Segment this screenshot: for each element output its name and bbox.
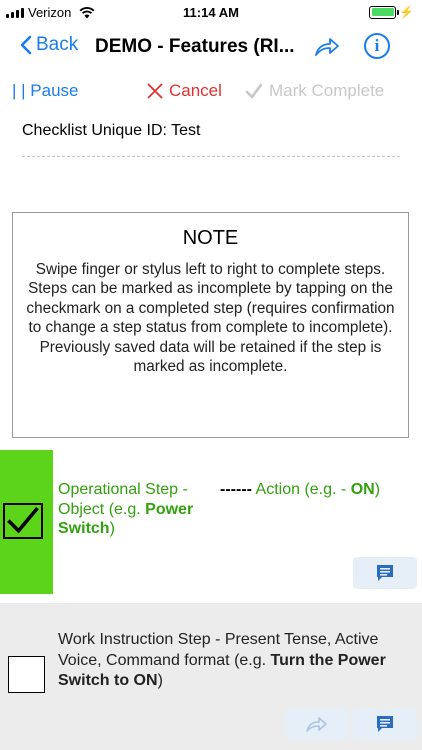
battery-icon xyxy=(369,5,400,19)
pause-button[interactable]: | | Pause xyxy=(12,81,78,101)
mark-complete-label: Mark Complete xyxy=(269,81,385,100)
mark-complete-button[interactable]: Mark Complete xyxy=(245,81,384,101)
note-box: NOTE Swipe finger or stylus left to righ… xyxy=(12,212,409,438)
step-operational-action: ------ Action (e.g. - ON) xyxy=(220,480,380,500)
action-suffix: ) xyxy=(374,481,381,498)
checklist-unique-id: Checklist Unique ID: Test xyxy=(22,122,201,139)
status-right: ⚡ xyxy=(369,5,414,19)
divider xyxy=(22,156,400,157)
action-bold: ON xyxy=(350,481,375,498)
step-text-suffix: ) xyxy=(109,520,115,537)
comment-icon xyxy=(377,565,393,581)
share-step-button[interactable] xyxy=(285,708,349,740)
cancel-label: Cancel xyxy=(169,81,222,100)
comment-button[interactable] xyxy=(353,557,417,589)
checkmark-icon xyxy=(245,83,263,99)
step-work-instruction-text: Work Instruction Step - Present Tense, A… xyxy=(58,630,398,692)
charging-icon: ⚡ xyxy=(399,5,414,19)
comment-icon xyxy=(377,716,393,732)
status-time: 11:14 AM xyxy=(183,5,239,20)
comment-button[interactable] xyxy=(353,708,417,740)
share-arrow-icon xyxy=(306,717,327,732)
checkmark-icon xyxy=(7,506,39,534)
status-bar: Verizon 11:14 AM ⚡ xyxy=(0,0,422,26)
x-icon xyxy=(147,83,163,99)
toolbar: | | Pause Cancel Mark Complete xyxy=(0,76,422,106)
action-dashes: ------ xyxy=(220,481,252,498)
step-text-suffix: ) xyxy=(157,672,163,689)
back-label: Back xyxy=(36,34,79,55)
step-operational-text: Operational Step - Object (e.g. Power Sw… xyxy=(58,480,218,539)
battery-level xyxy=(371,8,394,16)
share-arrow-icon[interactable] xyxy=(314,36,340,58)
note-line-swipe: Swipe finger or stylus left to right to … xyxy=(35,261,386,278)
page-title: DEMO - Features (RI... xyxy=(95,36,295,57)
navigation-bar: Back DEMO - Features (RI... i xyxy=(0,26,422,70)
note-line-incomplete: Steps can be marked as incomplete by tap… xyxy=(26,280,395,337)
note-line-retained: Previously saved data will be retained i… xyxy=(39,338,382,376)
back-button[interactable]: Back xyxy=(20,34,78,56)
cancel-button[interactable]: Cancel xyxy=(147,81,222,101)
chevron-left-icon xyxy=(20,35,32,55)
note-title: NOTE xyxy=(182,227,239,249)
info-icon[interactable]: i xyxy=(364,33,390,59)
action-prefix: Action (e.g. - xyxy=(251,481,351,498)
step-checkbox-unchecked[interactable] xyxy=(8,656,45,693)
note-body: Swipe finger or stylus left to right to … xyxy=(13,260,408,376)
step-checkbox-checked[interactable] xyxy=(3,503,43,539)
